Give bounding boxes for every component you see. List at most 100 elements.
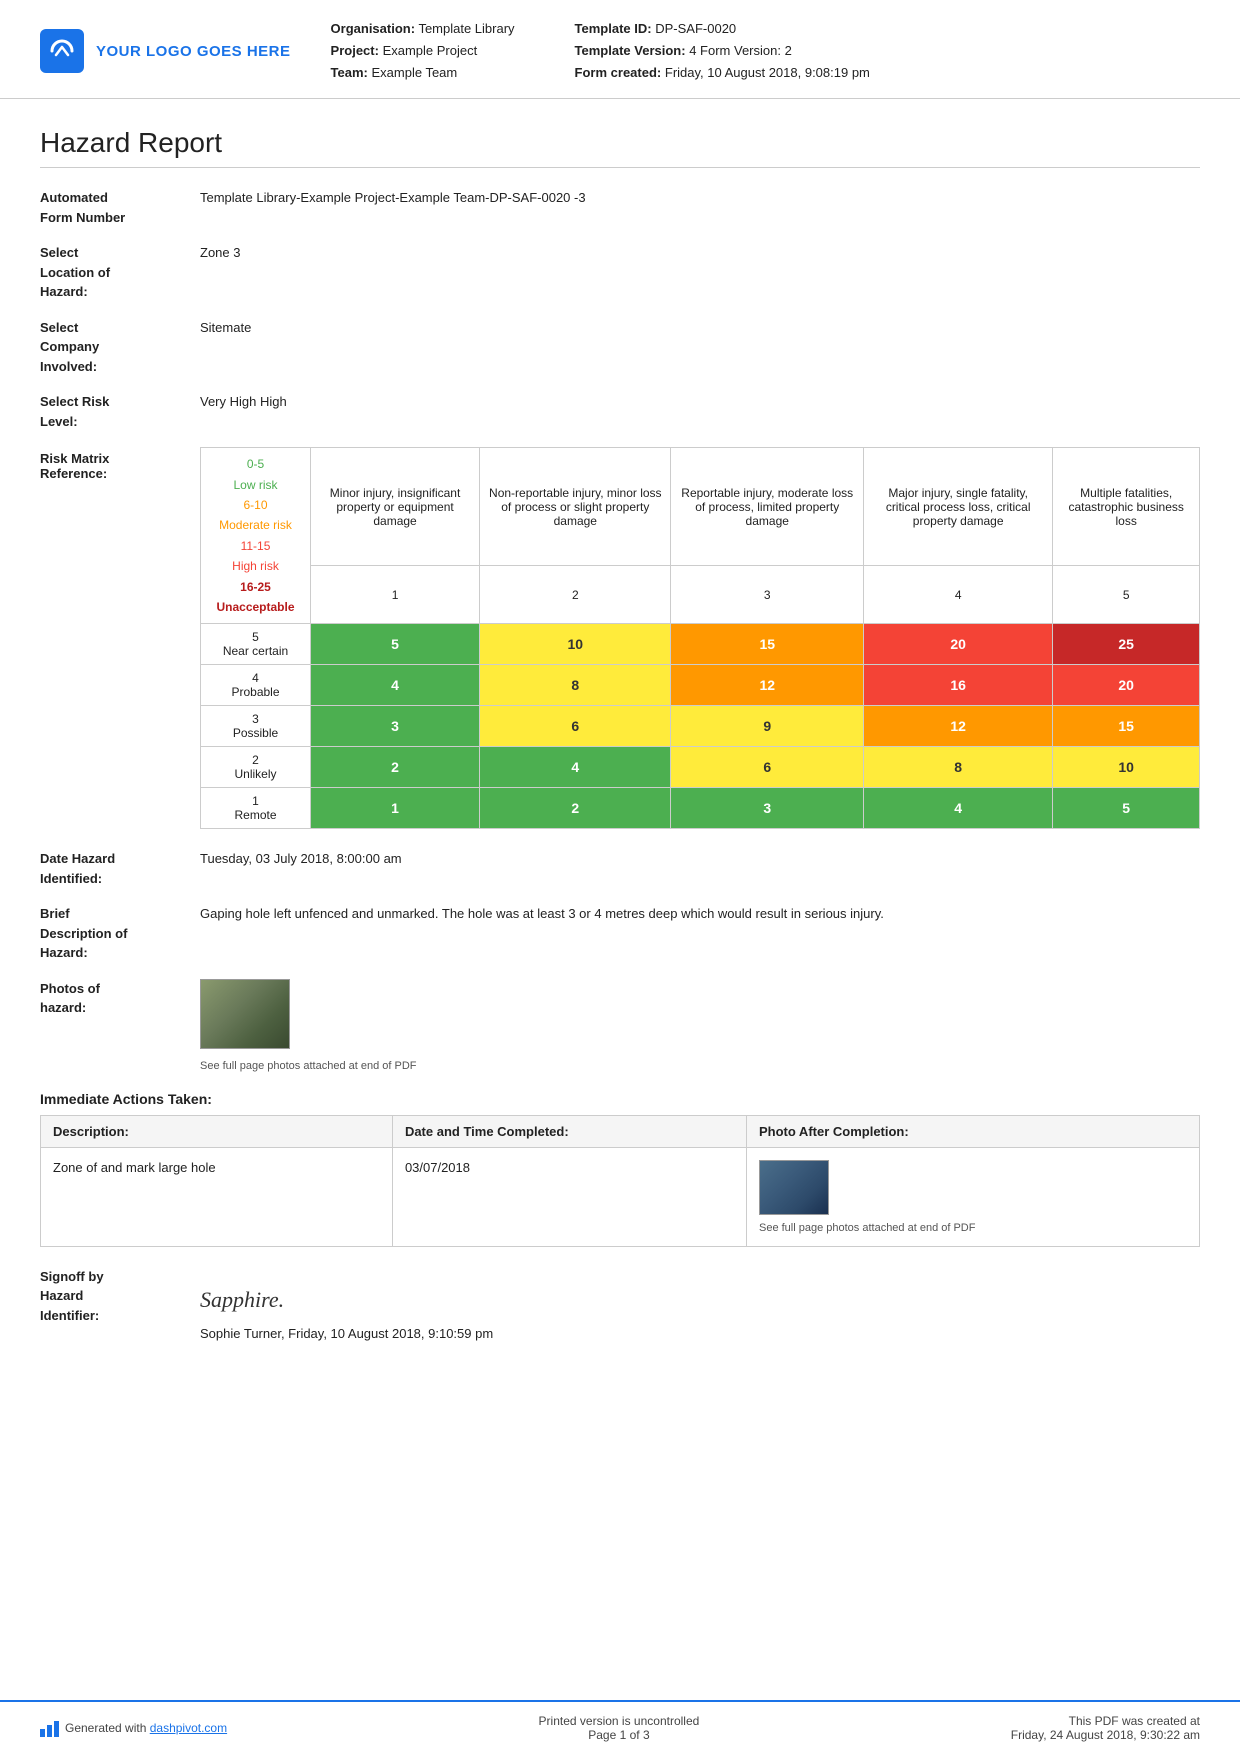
company-row: SelectCompanyInvolved: Sitemate xyxy=(40,318,1200,377)
cell-4-1: 4 xyxy=(311,665,480,706)
footer: Generated with dashpivot.com Printed ver… xyxy=(0,1700,1240,1754)
form-version-label: Form Version: xyxy=(700,43,781,58)
cell-5-2: 10 xyxy=(480,624,671,665)
location-value: Zone 3 xyxy=(200,243,1200,263)
col-header-2: Non-reportable injury, minor loss of pro… xyxy=(480,448,671,566)
bar2 xyxy=(47,1725,52,1737)
col-num-1: 1 xyxy=(311,566,480,624)
matrix-row-1: 1Remote 1 2 3 4 5 xyxy=(201,788,1200,829)
action-date: 03/07/2018 xyxy=(392,1147,746,1246)
footer-logo: Generated with dashpivot.com xyxy=(40,1719,227,1737)
form-created-value: Friday, 10 August 2018, 9:08:19 pm xyxy=(665,65,870,80)
signoff-value: Sophie Turner, Friday, 10 August 2018, 9… xyxy=(200,1324,1200,1344)
col-header-1: Minor injury, insignificant property or … xyxy=(311,448,480,566)
matrix-num-row: 1 2 3 4 5 xyxy=(201,566,1200,624)
form-number-value: Template Library-Example Project-Example… xyxy=(200,188,1200,208)
project-value: Example Project xyxy=(383,43,478,58)
col-num-5: 5 xyxy=(1053,566,1200,624)
risk-matrix-label: Risk MatrixReference: xyxy=(40,447,200,481)
actions-col-date: Date and Time Completed: xyxy=(392,1115,746,1147)
form-number-row: AutomatedForm Number Template Library-Ex… xyxy=(40,188,1200,227)
template-id-line: Template ID: DP-SAF-0020 xyxy=(575,18,870,40)
cell-4-5: 20 xyxy=(1053,665,1200,706)
risk-legend-cell: 0-5Low risk 6-10Moderate risk 11-15High … xyxy=(201,448,311,624)
description-value: Gaping hole left unfenced and unmarked. … xyxy=(200,904,1200,924)
cell-5-1: 5 xyxy=(311,624,480,665)
risk-level-row: Select RiskLevel: Very High High xyxy=(40,392,1200,431)
cell-2-4: 8 xyxy=(863,747,1052,788)
header-meta-right: Template ID: DP-SAF-0020 Template Versio… xyxy=(575,18,870,84)
risk-matrix-table: 0-5Low risk 6-10Moderate risk 11-15High … xyxy=(200,447,1200,829)
logo-icon xyxy=(40,29,84,73)
row-header-2: 2Unlikely xyxy=(201,747,311,788)
cell-3-4: 12 xyxy=(863,706,1052,747)
report-title: Hazard Report xyxy=(40,127,1200,168)
signoff-area: Sapphire. Sophie Turner, Friday, 10 Augu… xyxy=(200,1267,1200,1344)
main-content: Hazard Report AutomatedForm Number Templ… xyxy=(0,99,1240,1459)
actions-col-photo: Photo After Completion: xyxy=(746,1115,1199,1147)
matrix-row-3: 3Possible 3 6 9 12 15 xyxy=(201,706,1200,747)
project-label: Project: xyxy=(331,43,379,58)
action-photo: See full page photos attached at end of … xyxy=(746,1147,1199,1246)
signoff-row: Signoff byHazardIdentifier: Sapphire. So… xyxy=(40,1267,1200,1344)
cell-4-4: 16 xyxy=(863,665,1052,706)
photos-label: Photos ofhazard: xyxy=(40,979,200,1018)
matrix-header-row: 0-5Low risk 6-10Moderate risk 11-15High … xyxy=(201,448,1200,566)
org-label: Organisation: xyxy=(331,21,416,36)
photos-value: See full page photos attached at end of … xyxy=(200,979,1200,1075)
template-version-value: 4 xyxy=(689,43,696,58)
cell-5-5: 25 xyxy=(1053,624,1200,665)
cell-5-3: 15 xyxy=(671,624,864,665)
action-description: Zone of and mark large hole xyxy=(41,1147,393,1246)
legend-high-risk: 11-15High risk xyxy=(209,536,302,577)
header-meta: Organisation: Template Library Project: … xyxy=(331,18,1200,84)
row-header-4: 4Probable xyxy=(201,665,311,706)
legend-unacceptable: 16-25Unacceptable xyxy=(209,577,302,618)
cell-4-2: 8 xyxy=(480,665,671,706)
header-meta-left: Organisation: Template Library Project: … xyxy=(331,18,515,84)
form-created-label: Form created: xyxy=(575,65,662,80)
immediate-actions-table: Description: Date and Time Completed: Ph… xyxy=(40,1115,1200,1247)
cell-3-5: 15 xyxy=(1053,706,1200,747)
cell-5-4: 20 xyxy=(863,624,1052,665)
photos-row: Photos ofhazard: See full page photos at… xyxy=(40,979,1200,1075)
project-line: Project: Example Project xyxy=(331,40,515,62)
footer-generated-text: Generated with dashpivot.com xyxy=(65,1721,227,1735)
col-header-5: Multiple fatalities, catastrophic busine… xyxy=(1053,448,1200,566)
form-created-line: Form created: Friday, 10 August 2018, 9:… xyxy=(575,62,870,84)
date-row: Date HazardIdentified: Tuesday, 03 July … xyxy=(40,849,1200,888)
cell-3-1: 3 xyxy=(311,706,480,747)
cell-3-2: 6 xyxy=(480,706,671,747)
company-value: Sitemate xyxy=(200,318,1200,338)
cell-3-3: 9 xyxy=(671,706,864,747)
template-version-line: Template Version: 4 Form Version: 2 xyxy=(575,40,870,62)
template-id-label: Template ID: xyxy=(575,21,652,36)
location-label: SelectLocation ofHazard: xyxy=(40,243,200,302)
col-header-4: Major injury, single fatality, critical … xyxy=(863,448,1052,566)
description-label: BriefDescription ofHazard: xyxy=(40,904,200,963)
date-value: Tuesday, 03 July 2018, 8:00:00 am xyxy=(200,849,1200,869)
actions-header-row: Description: Date and Time Completed: Ph… xyxy=(41,1115,1200,1147)
cell-1-4: 4 xyxy=(863,788,1052,829)
cell-1-2: 2 xyxy=(480,788,671,829)
matrix-row-4: 4Probable 4 8 12 16 20 xyxy=(201,665,1200,706)
company-label: SelectCompanyInvolved: xyxy=(40,318,200,377)
footer-logo-icon xyxy=(40,1719,59,1737)
cell-1-5: 5 xyxy=(1053,788,1200,829)
header: YOUR LOGO GOES HERE Organisation: Templa… xyxy=(0,0,1240,99)
photos-caption: See full page photos attached at end of … xyxy=(200,1058,1200,1075)
form-number-label: AutomatedForm Number xyxy=(40,188,200,227)
footer-uncontrolled: Printed version is uncontrolledPage 1 of… xyxy=(539,1714,700,1742)
team-line: Team: Example Team xyxy=(331,62,515,84)
risk-level-value: Very High High xyxy=(200,392,1200,412)
logo-area: YOUR LOGO GOES HERE xyxy=(40,29,291,73)
row-header-3: 3Possible xyxy=(201,706,311,747)
org-value: Template Library xyxy=(418,21,514,36)
signoff-label: Signoff byHazardIdentifier: xyxy=(40,1267,200,1326)
immediate-actions-section: Immediate Actions Taken: Description: Da… xyxy=(40,1091,1200,1247)
action-photo-thumb xyxy=(759,1160,829,1215)
cell-1-3: 3 xyxy=(671,788,864,829)
description-row: BriefDescription ofHazard: Gaping hole l… xyxy=(40,904,1200,963)
signature: Sapphire. xyxy=(200,1283,1200,1316)
cell-1-1: 1 xyxy=(311,788,480,829)
